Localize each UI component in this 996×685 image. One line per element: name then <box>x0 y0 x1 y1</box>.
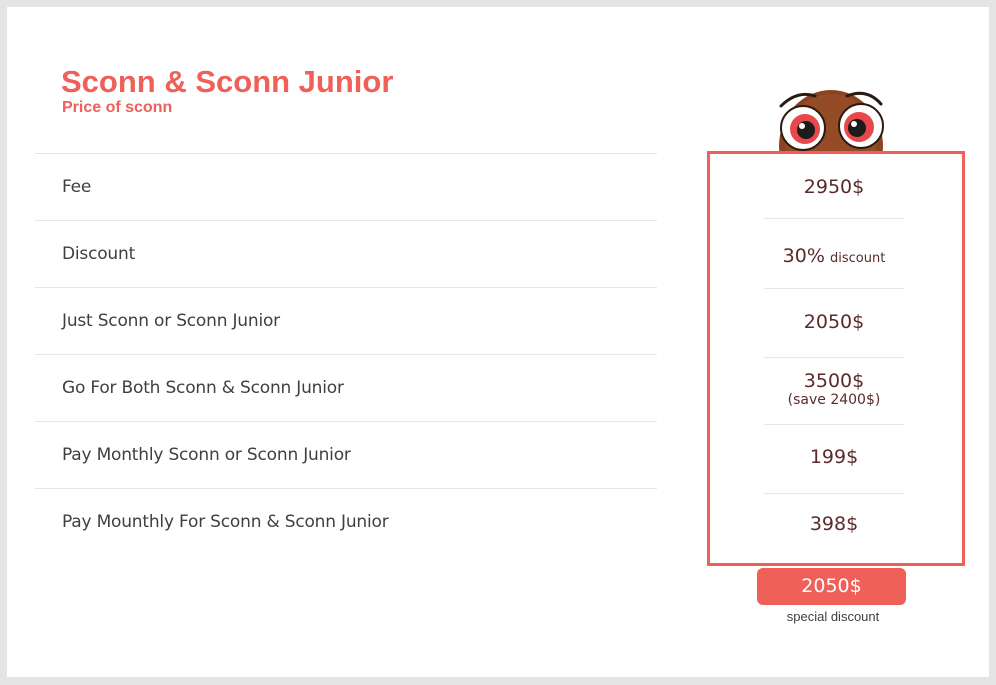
price-discount: 30% discount <box>764 245 904 267</box>
special-price-button[interactable]: 2050$ <box>757 568 906 605</box>
price-fee: 2950$ <box>764 176 904 198</box>
page-title: Sconn & Sconn Junior <box>61 64 394 99</box>
price-value: 30% <box>782 245 825 267</box>
pricing-row-fee: Fee <box>35 153 657 220</box>
special-discount-caption: special discount <box>786 609 880 624</box>
price-column: 2950$ 30% discount 2050$ 3500$ (save 240… <box>707 151 965 566</box>
price-value: 199$ <box>809 446 859 468</box>
price-unit: discount <box>830 251 886 266</box>
price-divider <box>764 424 904 425</box>
row-label: Go For Both Sconn & Sconn Junior <box>62 378 344 398</box>
pricing-row-discount: Discount <box>35 220 657 287</box>
row-label: Just Sconn or Sconn Junior <box>62 311 280 331</box>
price-single: 2050$ <box>764 311 904 333</box>
page-subtitle: Price of sconn <box>62 99 173 116</box>
pricing-row-monthly-both: Pay Mounthly For Sconn & Sconn Junior <box>35 488 657 555</box>
pricing-row-both: Go For Both Sconn & Sconn Junior <box>35 354 657 421</box>
row-label: Pay Mounthly For Sconn & Sconn Junior <box>62 512 389 532</box>
price-both: 3500$ (save 2400$) <box>764 370 904 408</box>
row-label: Fee <box>62 177 92 197</box>
price-divider <box>764 357 904 358</box>
price-divider <box>764 288 904 289</box>
price-value: 398$ <box>809 513 859 535</box>
price-divider <box>764 493 904 494</box>
pricing-row-single: Just Sconn or Sconn Junior <box>35 287 657 354</box>
row-label: Pay Monthly Sconn or Sconn Junior <box>62 445 351 465</box>
pricing-rows: Fee Discount Just Sconn or Sconn Junior … <box>35 153 657 555</box>
price-value: 3500$ <box>803 370 865 392</box>
price-monthly-both: 398$ <box>764 513 904 535</box>
row-label: Discount <box>62 244 136 264</box>
price-value: 2050$ <box>803 311 865 333</box>
price-monthly-single: 199$ <box>764 446 904 468</box>
pricing-row-monthly-single: Pay Monthly Sconn or Sconn Junior <box>35 421 657 488</box>
price-note: (save 2400$) <box>787 392 881 408</box>
price-divider <box>764 218 904 219</box>
price-value: 2950$ <box>803 176 865 198</box>
